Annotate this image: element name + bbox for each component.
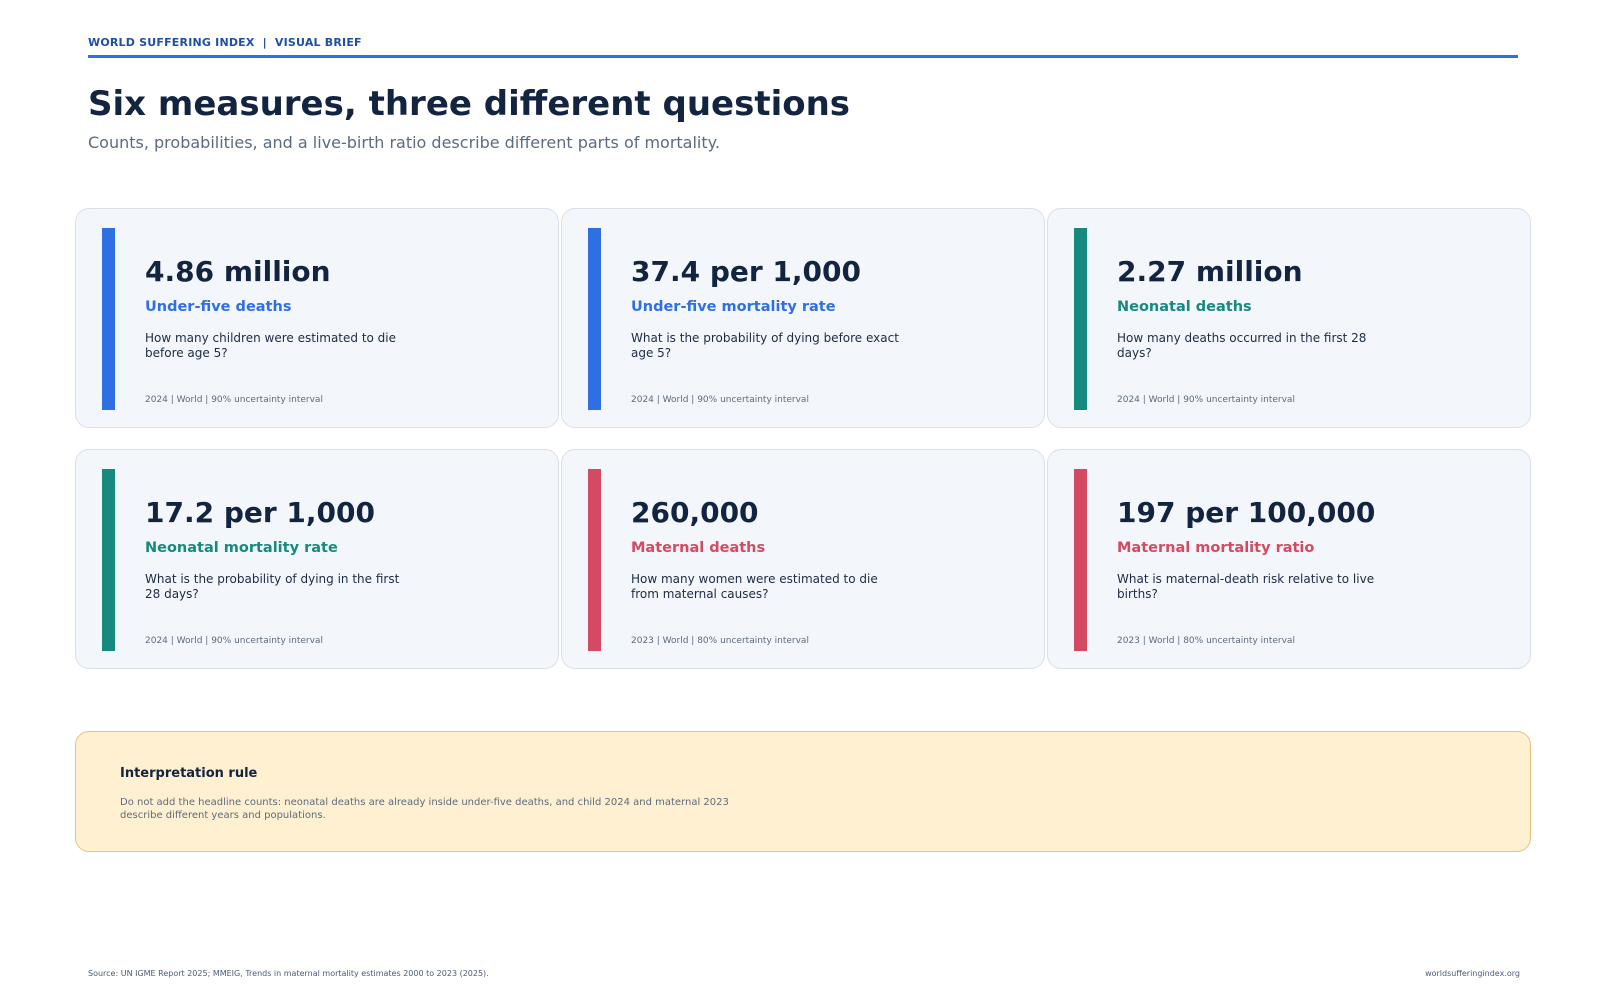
site-url: worldsufferingindex.org	[1425, 969, 1520, 978]
brief-page: WORLD SUFFERING INDEX | VISUAL BRIEF Six…	[0, 0, 1600, 1000]
card-value: 2.27 million	[1117, 255, 1303, 288]
card-label: Under-five mortality rate	[631, 299, 836, 315]
card-question: What is maternal-death risk relative to …	[1117, 572, 1375, 601]
card-value: 197 per 100,000	[1117, 496, 1376, 529]
page-title: Six measures, three different questions	[88, 84, 851, 124]
card-meta: 2023 | World | 80% uncertainty interval	[631, 636, 809, 646]
brief-kicker: WORLD SUFFERING INDEX | VISUAL BRIEF	[88, 36, 362, 49]
card-question: How many children were estimated to die …	[145, 331, 397, 360]
note-title: Interpretation rule	[120, 766, 258, 781]
metric-card-maternal-deaths: 260,000 Maternal deaths How many women w…	[561, 449, 1045, 669]
card-accent-bar	[102, 228, 115, 410]
card-value: 37.4 per 1,000	[631, 255, 861, 288]
metric-card-under-five-deaths: 4.86 million Under-five deaths How many …	[75, 208, 559, 428]
metric-card-neonatal-deaths: 2.27 million Neonatal deaths How many de…	[1047, 208, 1531, 428]
card-label: Maternal mortality ratio	[1117, 540, 1315, 556]
card-meta: 2024 | World | 90% uncertainty interval	[145, 636, 323, 646]
card-question: How many deaths occurred in the first 28…	[1117, 331, 1367, 360]
card-accent-bar	[1074, 228, 1087, 410]
card-question: What is the probability of dying before …	[631, 331, 899, 360]
interpretation-note: Interpretation rule Do not add the headl…	[75, 731, 1531, 852]
card-label: Neonatal deaths	[1117, 299, 1252, 315]
card-meta: 2023 | World | 80% uncertainty interval	[1117, 636, 1295, 646]
metric-card-maternal-mortality-ratio: 197 per 100,000 Maternal mortality ratio…	[1047, 449, 1531, 669]
card-label: Under-five deaths	[145, 299, 292, 315]
card-meta: 2024 | World | 90% uncertainty interval	[145, 395, 323, 405]
card-value: 260,000	[631, 496, 759, 529]
card-question: What is the probability of dying in the …	[145, 572, 400, 601]
card-label: Neonatal mortality rate	[145, 540, 338, 556]
card-meta: 2024 | World | 90% uncertainty interval	[631, 395, 809, 405]
note-body: Do not add the headline counts: neonatal…	[120, 797, 729, 821]
card-meta: 2024 | World | 90% uncertainty interval	[1117, 395, 1295, 405]
card-accent-bar	[588, 469, 601, 651]
card-question: How many women were estimated to die fro…	[631, 572, 878, 601]
header-divider	[88, 55, 1518, 58]
card-value: 17.2 per 1,000	[145, 496, 375, 529]
page-subtitle: Counts, probabilities, and a live-birth …	[88, 133, 720, 152]
source-citation: Source: UN IGME Report 2025; MMEIG, Tren…	[88, 969, 489, 978]
card-accent-bar	[588, 228, 601, 410]
metric-card-under-five-mortality-rate: 37.4 per 1,000 Under-five mortality rate…	[561, 208, 1045, 428]
card-accent-bar	[102, 469, 115, 651]
card-value: 4.86 million	[145, 255, 331, 288]
card-label: Maternal deaths	[631, 540, 766, 556]
metric-card-neonatal-mortality-rate: 17.2 per 1,000 Neonatal mortality rate W…	[75, 449, 559, 669]
card-accent-bar	[1074, 469, 1087, 651]
